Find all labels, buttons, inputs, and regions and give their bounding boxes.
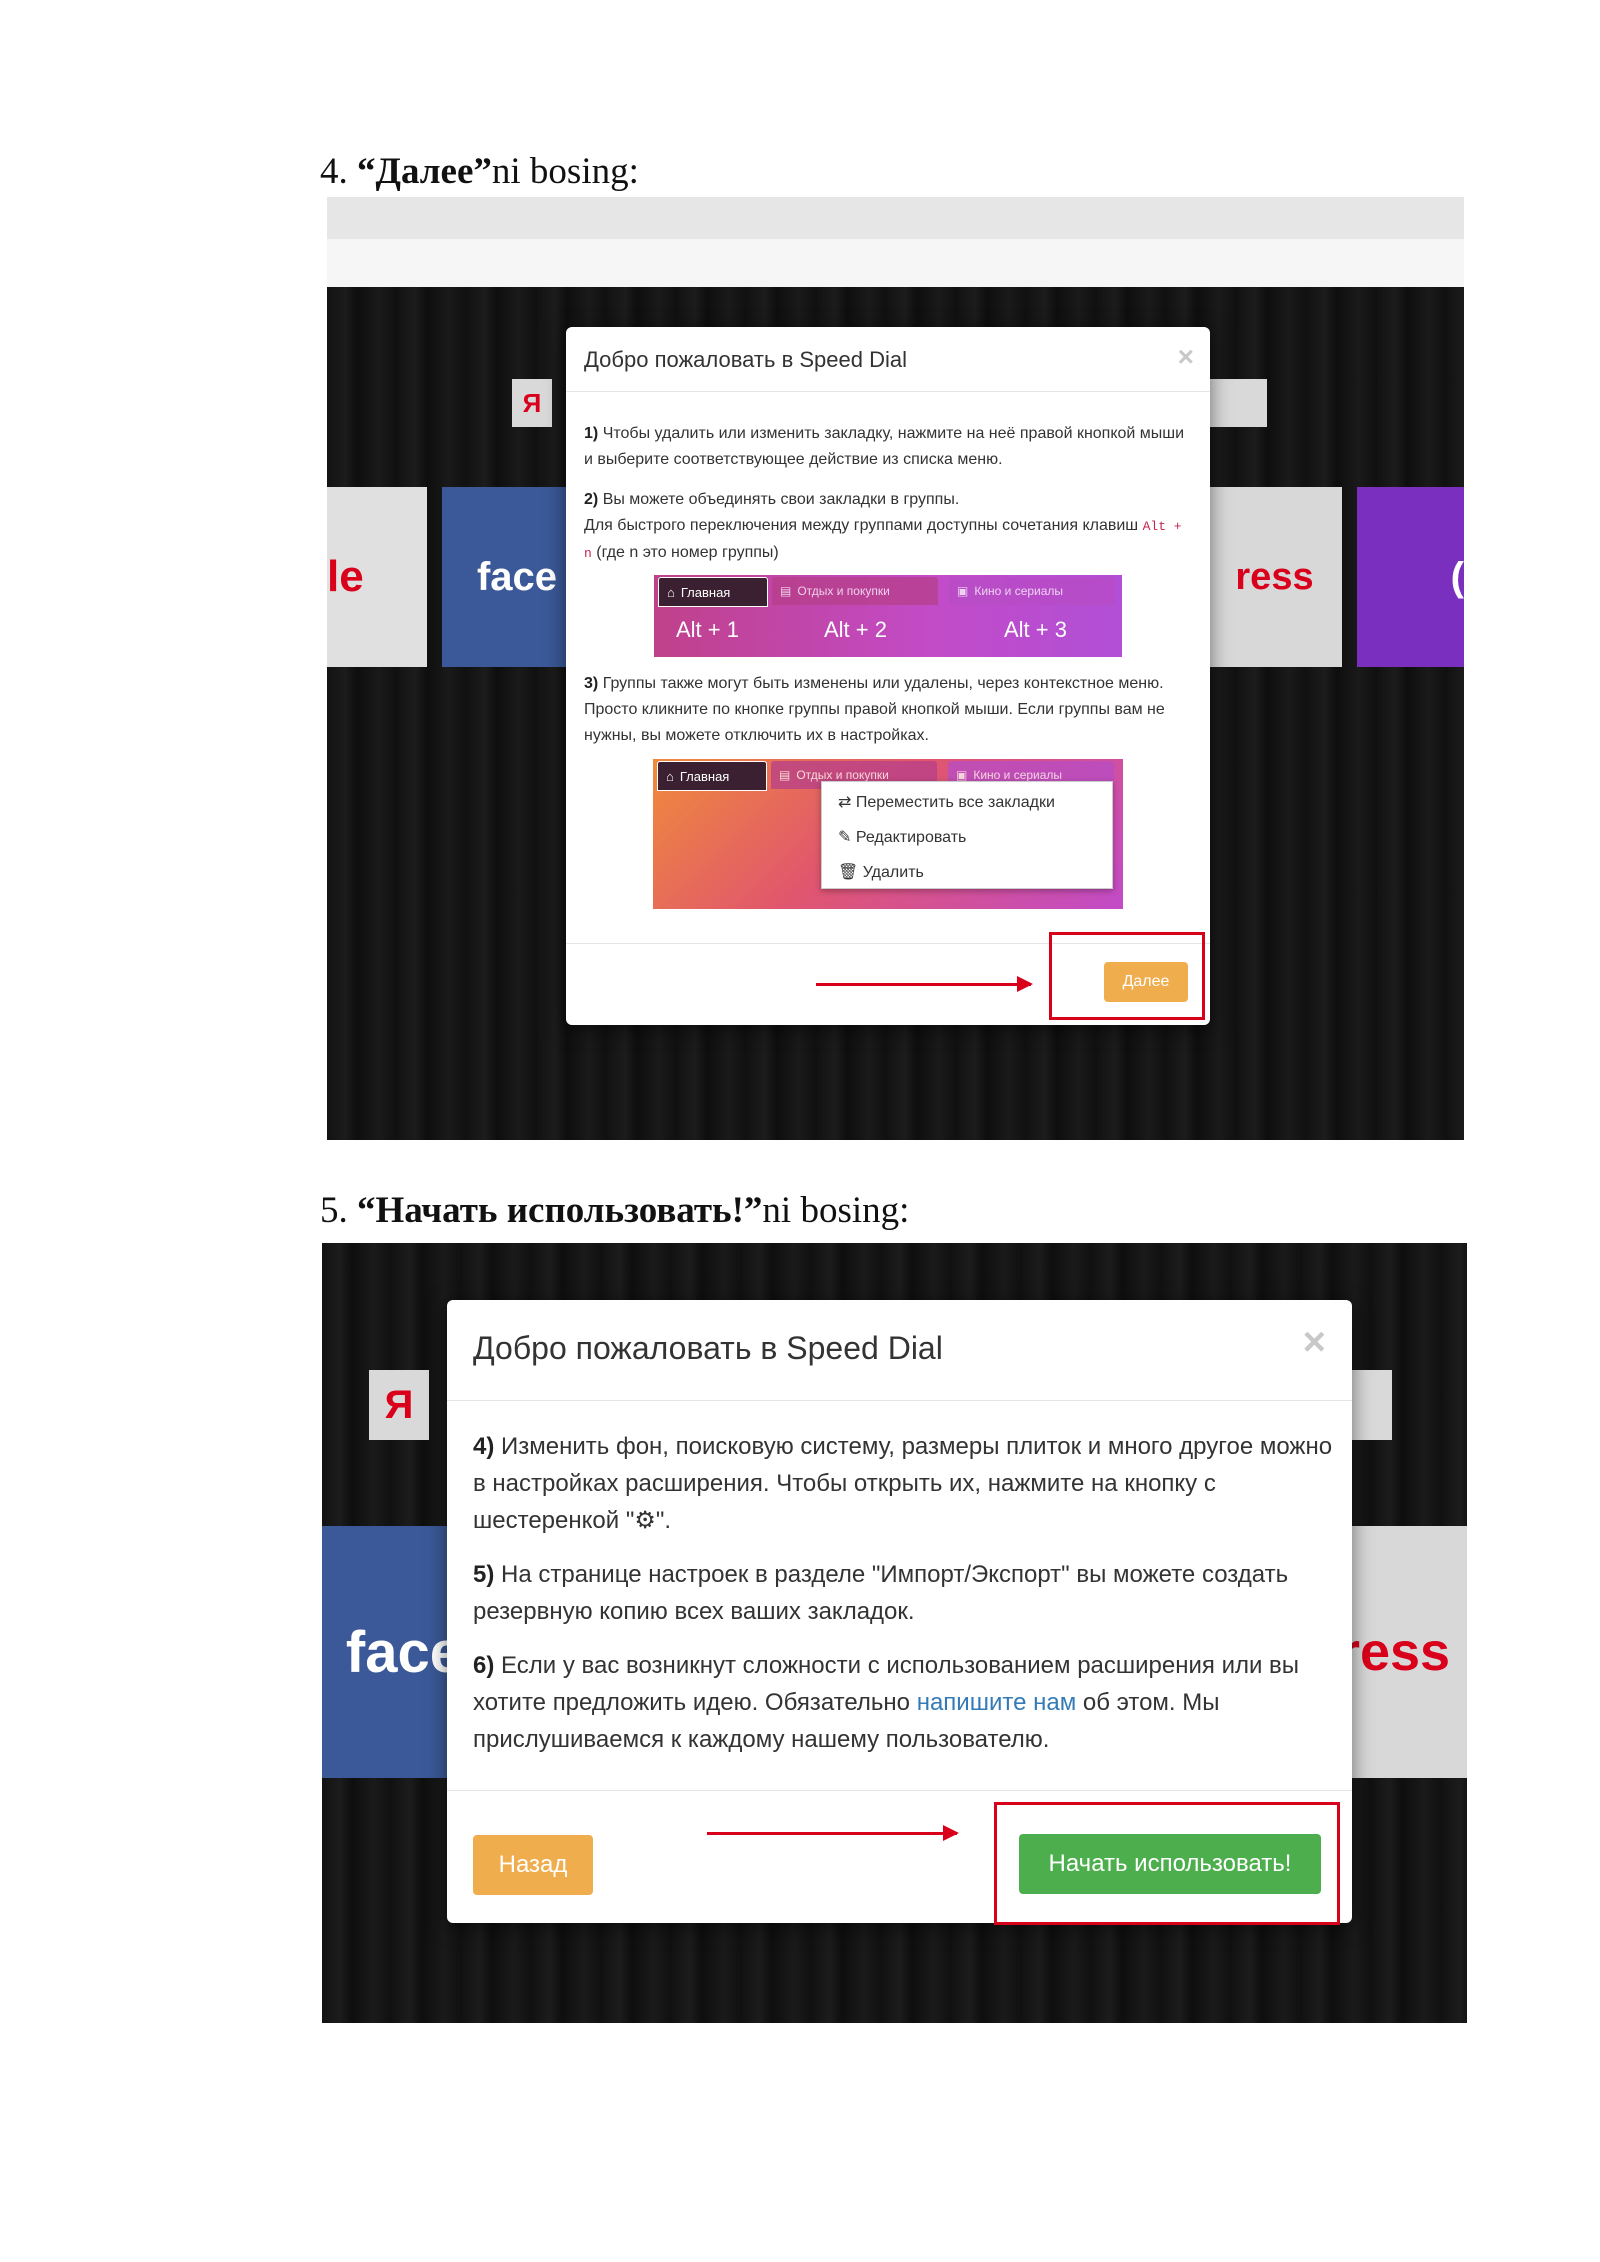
step-4-heading: 4. “Далее”ni bosing: bbox=[320, 150, 639, 193]
facebook-tile-label: face bbox=[476, 554, 558, 599]
film-icon: ▣ bbox=[956, 768, 968, 782]
group-switcher-preview: ⌂ Главная ▤ Отдых и покупки ▣ Кино и сер… bbox=[654, 575, 1122, 657]
cart-icon: ▤ bbox=[780, 584, 792, 598]
group-tab-shopping-2-label: Отдых и покупки bbox=[796, 768, 889, 782]
back-button[interactable]: Назад bbox=[473, 1835, 593, 1895]
film-icon: ▣ bbox=[957, 584, 969, 598]
paragraph-3: 3) Группы также могут быть изменены или … bbox=[584, 671, 1194, 749]
screenshot-step-5: Я face ress Добро пожаловать в Speed Dia… bbox=[322, 1243, 1467, 2023]
group-tab-shopping-label: Отдых и покупки bbox=[797, 584, 890, 598]
step-4-rest: ni bosing: bbox=[491, 151, 639, 192]
paragraph-2-tail: (где n это номер группы) bbox=[596, 544, 779, 561]
paragraph-6-number: 6) bbox=[473, 1652, 495, 1679]
paragraph-5-number: 5) bbox=[473, 1561, 495, 1588]
paragraph-3-number: 3) bbox=[584, 675, 599, 692]
express-tile-label: ress bbox=[1338, 1622, 1451, 1682]
welcome-modal-step-4: Добро пожаловать в Speed Dial × 1) Чтобы… bbox=[566, 327, 1210, 1025]
paragraph-2-line2: Для быстрого переключения между группами… bbox=[584, 517, 1139, 534]
group-tab-home-label: Главная bbox=[680, 584, 731, 600]
welcome-modal-step-5: Добро пожаловать в Speed Dial × 4) Измен… bbox=[447, 1300, 1352, 1925]
paragraph-1: 1) Чтобы удалить или изменить закладку, … bbox=[584, 421, 1194, 473]
paragraph-2: 2) Вы можете объединять свои закладки в … bbox=[584, 487, 1194, 567]
browser-bar-lower bbox=[327, 239, 1464, 287]
search-strip-right bbox=[1207, 379, 1267, 427]
purple-tile-label: ( bbox=[1450, 554, 1464, 599]
paragraph-1-text: Чтобы удалить или изменить закладку, наж… bbox=[584, 425, 1185, 468]
google-tile-label: le bbox=[327, 552, 364, 601]
annotation-arrow-1 bbox=[816, 976, 1033, 992]
hotkey-3: Alt + 3 bbox=[1004, 617, 1067, 642]
context-edit-label: Редактировать bbox=[855, 829, 967, 846]
step-4-number: 4. bbox=[320, 151, 348, 192]
hotkey-2: Alt + 2 bbox=[824, 617, 887, 642]
home-icon: ⌂ bbox=[667, 584, 675, 600]
pencil-icon: ✎ bbox=[838, 829, 856, 846]
yandex-tile-label: Я bbox=[384, 1382, 414, 1427]
group-tab-home-2-label: Главная bbox=[679, 768, 730, 784]
speed-dial-background: Я le face ress ( Добро пожаловать в Spee… bbox=[327, 287, 1464, 1140]
group-tab-home-2[interactable]: ⌂ Главная bbox=[657, 761, 767, 791]
modal-title: Добро пожаловать в Speed Dial bbox=[584, 347, 908, 372]
context-move-all[interactable]: ⇄ Переместить все закладки bbox=[838, 792, 1055, 812]
express-tile-label: ress bbox=[1235, 555, 1314, 598]
hotkey-1: Alt + 1 bbox=[676, 617, 739, 642]
paragraph-4-text: Изменить фон, поисковую систему, размеры… bbox=[473, 1433, 1333, 1534]
yandex-tile-label: Я bbox=[522, 387, 542, 418]
paragraph-5-text: На странице настроек в разделе "Импорт/Э… bbox=[473, 1561, 1289, 1625]
group-tab-movies-label: Кино и сериалы bbox=[974, 584, 1064, 598]
start-using-button[interactable]: Начать использовать! bbox=[1019, 1834, 1321, 1894]
facebook-tile[interactable]: face bbox=[322, 1526, 462, 1778]
screenshot-step-4: Я le face ress ( Добро пожаловать в Spee… bbox=[327, 197, 1464, 1140]
paragraph-2-line1: Вы можете объединять свои закладки в гру… bbox=[602, 491, 960, 508]
express-tile[interactable]: ress bbox=[1207, 487, 1342, 667]
trash-icon: 🗑 bbox=[838, 864, 863, 881]
facebook-tile-label: face bbox=[345, 1619, 462, 1685]
context-edit[interactable]: ✎ Редактировать bbox=[838, 827, 966, 847]
paragraph-4-number: 4) bbox=[473, 1433, 495, 1460]
browser-bar bbox=[327, 197, 1464, 239]
modal-header: Добро пожаловать в Speed Dial × bbox=[566, 327, 1210, 392]
step-5-rest: ni bosing: bbox=[762, 1190, 910, 1231]
purple-tile[interactable]: ( bbox=[1357, 487, 1464, 667]
yandex-tile[interactable]: Я bbox=[512, 379, 552, 427]
close-icon[interactable]: × bbox=[1178, 341, 1194, 373]
swap-icon: ⇄ bbox=[838, 794, 856, 811]
step-5-number: 5. bbox=[320, 1190, 348, 1231]
step-4-bold-label: “Далее” bbox=[357, 151, 492, 192]
annotation-arrow-2 bbox=[707, 1825, 959, 1841]
context-delete-label: Удалить bbox=[862, 864, 924, 881]
google-tile[interactable]: le bbox=[327, 487, 427, 667]
group-tab-shopping[interactable]: ▤ Отдых и покупки bbox=[772, 577, 938, 605]
paragraph-4: 4) Изменить фон, поисковую систему, разм… bbox=[473, 1428, 1333, 1539]
step-5-heading: 5. “Начать использовать!”ni bosing: bbox=[320, 1189, 909, 1232]
step-5-bold-label: “Начать использовать!” bbox=[357, 1190, 763, 1231]
home-icon: ⌂ bbox=[666, 768, 674, 784]
group-tab-home[interactable]: ⌂ Главная bbox=[658, 577, 768, 607]
paragraph-2-number: 2) bbox=[584, 491, 599, 508]
group-tab-movies[interactable]: ▣ Кино и сериалы bbox=[949, 577, 1115, 605]
next-button[interactable]: Далее bbox=[1104, 962, 1188, 1002]
write-us-link[interactable]: напишите нам bbox=[917, 1689, 1077, 1716]
yandex-tile[interactable]: Я bbox=[369, 1370, 429, 1440]
cart-icon: ▤ bbox=[779, 768, 791, 782]
group-tab-movies-2-label: Кино и сериалы bbox=[973, 768, 1063, 782]
paragraph-6: 6) Если у вас возникнут сложности с испо… bbox=[473, 1647, 1333, 1758]
context-move-all-label: Переместить все закладки bbox=[855, 794, 1055, 811]
modal-title: Добро пожаловать в Speed Dial bbox=[473, 1330, 943, 1366]
paragraph-5: 5) На странице настроек в разделе "Импор… bbox=[473, 1556, 1333, 1630]
context-menu-preview: ⌂ Главная ▤ Отдых и покупки ▣ Кино и сер… bbox=[653, 759, 1123, 909]
paragraph-3-text: Группы также могут быть изменены или уда… bbox=[584, 675, 1165, 744]
close-icon[interactable]: × bbox=[1303, 1320, 1326, 1365]
paragraph-1-number: 1) bbox=[584, 425, 599, 442]
context-menu: ⇄ Переместить все закладки ✎ Редактирова… bbox=[821, 781, 1113, 889]
context-delete[interactable]: 🗑 Удалить bbox=[838, 862, 924, 882]
modal-header: Добро пожаловать в Speed Dial × bbox=[447, 1300, 1352, 1401]
